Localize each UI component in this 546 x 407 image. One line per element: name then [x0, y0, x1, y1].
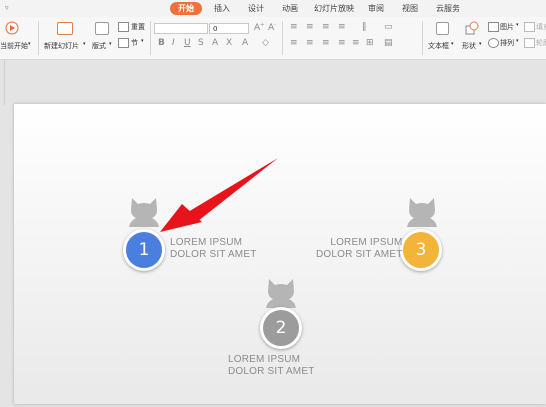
tab-home[interactable]: 开始: [170, 2, 202, 15]
step-badge-3[interactable]: 3: [400, 229, 442, 271]
section-button[interactable]: 节 ▾: [117, 37, 149, 49]
layout-icon: [95, 22, 109, 35]
align-center-icon[interactable]: ≡: [306, 38, 314, 48]
reset-button[interactable]: 重置: [117, 21, 149, 33]
step-text-line1: LOREM IPSUM: [330, 237, 403, 248]
step-text-line2: DOLOR SIT AMET: [316, 249, 403, 260]
quick-access-dropdown-icon[interactable]: ▿: [5, 4, 9, 12]
chevron-down-icon: ▾: [109, 41, 112, 47]
fill-icon: [524, 22, 535, 32]
reset-label: 重置: [131, 23, 145, 31]
fill-button[interactable]: 填充: [523, 21, 546, 33]
tab-review[interactable]: 审阅: [363, 2, 389, 15]
ribbon-toolbar: 当前开始 ▾ 新建幻灯片 ▾ 版式 ▾ 重置 节 ▾ 0 A+ A- B I U…: [0, 17, 546, 60]
ribbon-divider: [422, 21, 423, 55]
cat-silhouette-icon: [129, 198, 159, 227]
new-slide-icon: [57, 22, 73, 35]
shape-label: 形状: [462, 42, 476, 50]
align-right-icon[interactable]: ≡: [322, 38, 330, 48]
tab-slideshow[interactable]: 幻灯片放映: [311, 2, 357, 15]
shape-icon: [465, 21, 479, 35]
columns-icon[interactable]: ⊞: [366, 38, 374, 48]
fill-label: 填充: [536, 23, 546, 31]
tab-view[interactable]: 视图: [397, 2, 423, 15]
picture-icon: [488, 22, 499, 32]
font-size-field[interactable]: 0: [209, 23, 249, 34]
font-color-icon[interactable]: A: [242, 38, 248, 48]
new-slide-label: 新建幻灯片: [44, 42, 79, 50]
step-text-2[interactable]: LOREM IPSUM DOLOR SIT AMET: [228, 354, 315, 378]
textbox-button[interactable]: 文本框 ▾: [426, 19, 456, 57]
bold-icon[interactable]: B: [158, 38, 165, 48]
outline-label: 轮廓: [536, 39, 546, 47]
justify-icon[interactable]: ≡: [338, 38, 346, 48]
superscript-icon[interactable]: X: [226, 38, 232, 48]
textbox-icon: [436, 22, 449, 35]
picture-label: 图片: [500, 23, 514, 31]
play-from-current-button[interactable]: 当前开始 ▾: [0, 19, 34, 57]
ribbon-divider: [282, 21, 283, 55]
ribbon-divider: [150, 21, 151, 55]
cat-silhouette-icon: [407, 198, 437, 227]
reset-icon: [118, 22, 129, 32]
chevron-down-icon: ▾: [141, 38, 144, 44]
outline-button[interactable]: 轮廓: [523, 37, 546, 49]
ribbon-tab-bar: ▿ 开始 插入 设计 动画 幻灯片放映 审阅 视图 云服务: [0, 0, 546, 17]
step-text-line2: DOLOR SIT AMET: [228, 366, 315, 377]
line-spacing-icon[interactable]: ‖: [362, 22, 367, 32]
chevron-down-icon: ▾: [28, 41, 31, 47]
step-text-line2: DOLOR SIT AMET: [170, 249, 257, 260]
layout-button[interactable]: 版式 ▾: [90, 19, 114, 57]
align-text-icon[interactable]: ▤: [384, 38, 393, 48]
picture-button[interactable]: 图片 ▾: [487, 21, 521, 33]
text-direction-icon[interactable]: ▭: [384, 22, 393, 32]
arrange-button[interactable]: 排列 ▾: [487, 37, 521, 49]
ribbon-divider: [38, 21, 39, 55]
arrange-icon: [488, 38, 499, 48]
section-label: 节: [131, 39, 138, 47]
section-icon: [118, 38, 129, 48]
underline-icon[interactable]: U: [184, 38, 191, 48]
align-left-icon[interactable]: ≡: [290, 38, 298, 48]
tab-insert[interactable]: 插入: [209, 2, 235, 15]
step-badge-2[interactable]: 2: [260, 307, 302, 349]
distribute-icon[interactable]: ≡: [352, 38, 360, 48]
cat-silhouette-icon: [266, 279, 296, 308]
font-name-field[interactable]: [154, 23, 208, 34]
grow-font-icon[interactable]: A+: [254, 22, 264, 33]
increase-indent-icon[interactable]: ≡: [338, 22, 346, 32]
new-slide-button[interactable]: 新建幻灯片 ▾: [42, 19, 88, 57]
tab-animation[interactable]: 动画: [277, 2, 303, 15]
chevron-down-icon: ▾: [479, 41, 482, 47]
italic-icon[interactable]: I: [172, 38, 175, 48]
vertical-ruler: [4, 60, 5, 105]
chevron-down-icon: ▾: [83, 41, 86, 47]
chevron-down-icon: ▾: [451, 41, 454, 47]
clear-format-icon[interactable]: ◇: [262, 38, 269, 48]
step-badge-1[interactable]: 1: [123, 229, 165, 271]
play-icon: [5, 21, 19, 35]
step-text-line1: LOREM IPSUM: [170, 237, 243, 248]
shadow-icon[interactable]: S: [198, 38, 204, 48]
bullet-list-icon[interactable]: ≡: [290, 22, 298, 32]
slide-canvas[interactable]: 1 LOREM IPSUM DOLOR SIT AMET 3 LOREM IPS…: [14, 104, 546, 404]
strikethrough-icon[interactable]: A: [212, 38, 218, 48]
step-text-1[interactable]: LOREM IPSUM DOLOR SIT AMET: [170, 237, 257, 261]
step-text-3[interactable]: LOREM IPSUM DOLOR SIT AMET: [316, 237, 403, 261]
tab-design[interactable]: 设计: [243, 2, 269, 15]
decrease-indent-icon[interactable]: ≡: [322, 22, 330, 32]
chevron-down-icon: ▾: [516, 38, 519, 44]
chevron-down-icon: ▾: [516, 22, 519, 28]
numbered-list-icon[interactable]: ≡: [306, 22, 314, 32]
step-text-line1: LOREM IPSUM: [228, 354, 301, 365]
textbox-label: 文本框: [428, 42, 449, 50]
layout-label: 版式: [92, 42, 106, 50]
shrink-font-icon[interactable]: A-: [268, 22, 276, 33]
shape-button[interactable]: 形状 ▾: [460, 19, 484, 57]
arrange-label: 排列: [500, 39, 514, 47]
tab-cloud[interactable]: 云服务: [431, 2, 465, 15]
outline-icon: [524, 38, 535, 48]
play-from-current-label: 当前开始: [0, 42, 28, 50]
